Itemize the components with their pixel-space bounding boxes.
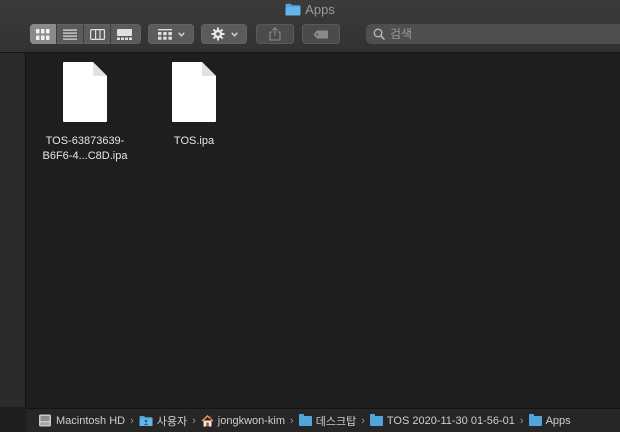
- icon-view-button[interactable]: [30, 24, 57, 44]
- document-icon: [172, 62, 216, 122]
- action-button[interactable]: [201, 24, 247, 44]
- group-by-button[interactable]: [148, 24, 194, 44]
- tag-icon: [313, 30, 328, 38]
- share-icon: [269, 27, 281, 41]
- group-grid-icon: [157, 28, 172, 40]
- path-item-tos-folder[interactable]: TOS 2020-11-30 01-56-01: [369, 413, 515, 427]
- folder-icon: [528, 413, 542, 426]
- folder-icon: [285, 3, 301, 16]
- gallery-view-icon: [117, 28, 132, 40]
- file-name: TOS-63873639- B6F6-4...C8D.ipa: [42, 135, 128, 162]
- view-mode-control: [30, 24, 141, 44]
- path-separator: ›: [361, 414, 365, 427]
- search-input[interactable]: [390, 27, 590, 41]
- path-item-label: 사용자: [156, 415, 188, 428]
- file-item[interactable]: TOS.ipa: [144, 61, 244, 149]
- path-item-label: Macintosh HD: [56, 414, 126, 427]
- path-separator: ›: [192, 414, 196, 427]
- path-item-label: 데스크탑: [315, 415, 357, 428]
- path-item-apps[interactable]: Apps: [528, 413, 571, 427]
- icon-view-icon: [36, 28, 50, 40]
- search-icon: [373, 28, 385, 40]
- list-view-button[interactable]: [57, 24, 84, 44]
- list-view-icon: [63, 29, 77, 40]
- chevron-down-icon: [177, 31, 185, 37]
- path-item-label: jongkwon-kim: [217, 414, 286, 427]
- finder-window: Apps 검색 TOS-63873639- B6F6-4...C8D.ipa T…: [0, 0, 620, 432]
- title-bar: Apps: [0, 0, 620, 53]
- column-view-button[interactable]: [84, 24, 111, 44]
- users-folder-icon: [139, 415, 153, 426]
- path-separator: ›: [519, 414, 524, 427]
- file-name: TOS.ipa: [173, 135, 215, 147]
- path-bar: Macintosh HD › 사용자 › jongkwon-kim › 데스크탑…: [26, 408, 620, 432]
- path-item-macintosh-hd[interactable]: Macintosh HD: [38, 414, 125, 427]
- tag-button[interactable]: [302, 24, 340, 44]
- document-icon: [63, 62, 107, 122]
- path-item-label: TOS 2020-11-30 01-56-01: [386, 414, 515, 427]
- window-title-text: Apps: [305, 2, 335, 17]
- home-icon: [201, 414, 214, 426]
- path-item-home[interactable]: jongkwon-kim: [201, 415, 285, 427]
- path-separator: ›: [290, 414, 294, 427]
- file-item[interactable]: TOS-63873639- B6F6-4...C8D.ipa: [35, 61, 135, 164]
- folder-icon: [369, 413, 383, 426]
- sidebar: [0, 53, 26, 407]
- path-separator: ›: [130, 414, 134, 427]
- chevron-down-icon: [230, 31, 238, 37]
- gear-icon: [211, 27, 224, 41]
- file-browser: TOS-63873639- B6F6-4...C8D.ipa TOS.ipa: [26, 53, 620, 407]
- gallery-view-button[interactable]: [111, 24, 138, 44]
- folder-icon: [298, 413, 312, 426]
- path-item-label: Apps: [545, 414, 571, 427]
- search-field[interactable]: [366, 24, 620, 44]
- window-title: Apps: [0, 2, 620, 18]
- share-button[interactable]: [256, 24, 294, 44]
- path-item-users[interactable]: 사용자: [139, 413, 187, 429]
- hard-drive-icon: [39, 414, 51, 427]
- column-view-icon: [89, 28, 105, 40]
- path-item-desktop[interactable]: 데스크탑: [298, 413, 357, 429]
